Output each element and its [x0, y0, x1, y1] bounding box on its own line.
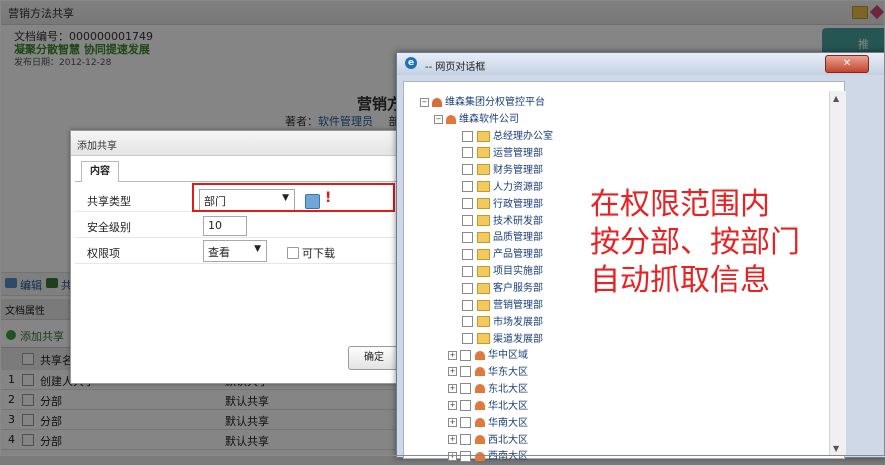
screenshot-border: [0, 0, 885, 456]
